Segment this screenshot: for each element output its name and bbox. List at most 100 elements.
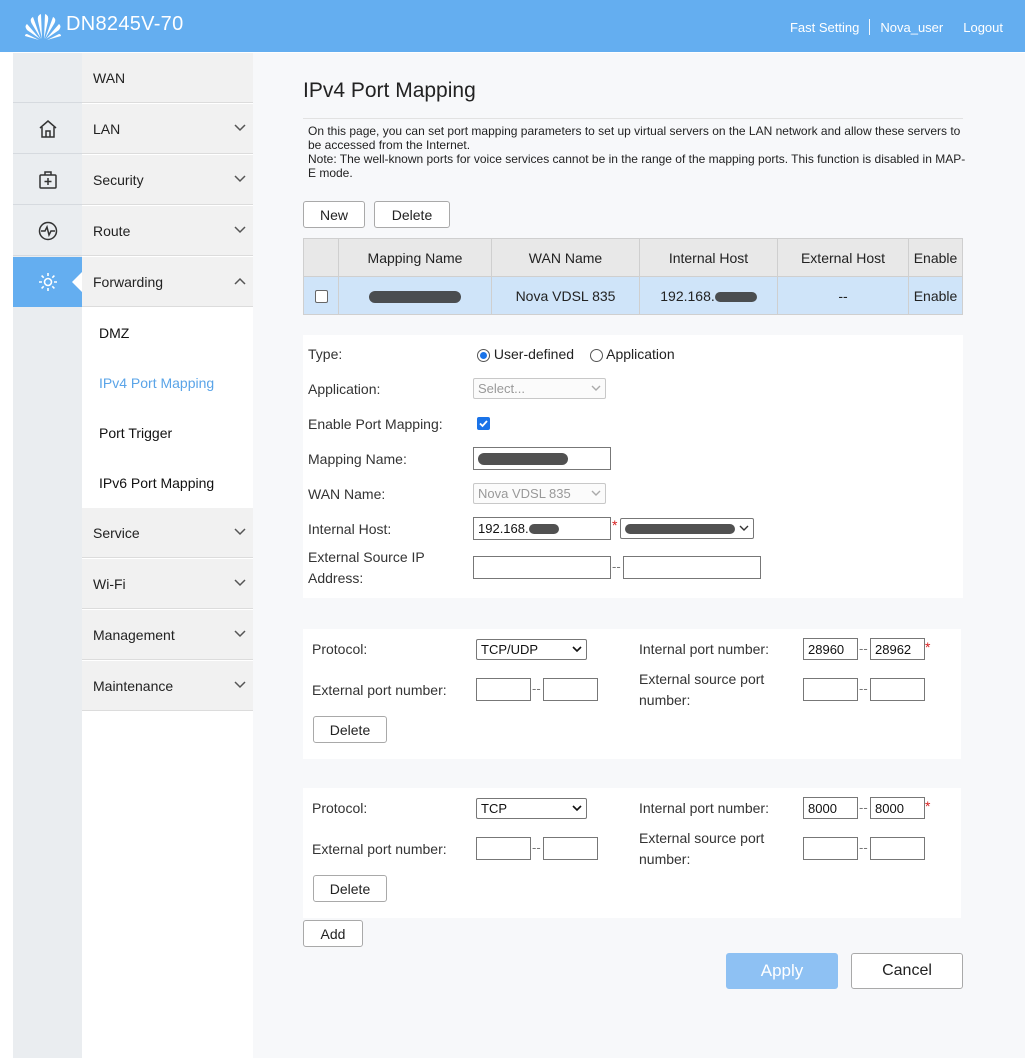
sidebar-icon-route[interactable] bbox=[13, 206, 82, 256]
chevron-down-icon bbox=[591, 385, 601, 391]
external-port-label: External port number: bbox=[312, 682, 447, 698]
user-link[interactable]: Nova_user bbox=[880, 20, 943, 35]
checkbox-checked-icon bbox=[477, 417, 490, 430]
select-value: TCP bbox=[481, 801, 507, 816]
delete-button[interactable]: Delete bbox=[374, 201, 450, 228]
table-row[interactable]: Nova VDSL 835 192.168. -- Enable bbox=[303, 276, 963, 315]
sidebar-icon-forwarding[interactable] bbox=[13, 257, 82, 307]
protocol-select[interactable]: TCP/UDP bbox=[476, 639, 587, 660]
new-button[interactable]: New bbox=[303, 201, 365, 228]
protocol-label: Protocol: bbox=[312, 800, 368, 816]
required-asterisk: * bbox=[612, 517, 618, 533]
chevron-down-icon bbox=[572, 646, 582, 653]
chevron-down-icon bbox=[234, 528, 246, 536]
internal-host-text: 192.168. bbox=[660, 287, 715, 304]
sidebar-item-route[interactable]: Route bbox=[82, 206, 253, 256]
sidebar-item-service[interactable]: Service bbox=[82, 508, 253, 558]
external-source-port-label: number: bbox=[639, 851, 691, 867]
wan-name-cell: Nova VDSL 835 bbox=[491, 276, 640, 315]
chevron-down-icon bbox=[739, 525, 749, 531]
external-port-start-input[interactable] bbox=[476, 837, 531, 860]
sidebar-item-forwarding[interactable]: Forwarding bbox=[82, 257, 253, 307]
sidebar-item-security[interactable]: Security bbox=[82, 155, 253, 205]
mapping-name-input[interactable] bbox=[473, 447, 611, 470]
external-source-ip-end-input[interactable] bbox=[623, 556, 761, 579]
huawei-logo-icon bbox=[25, 14, 61, 40]
type-user-defined-option[interactable]: User-defined bbox=[477, 346, 574, 362]
type-application-option[interactable]: Application bbox=[590, 346, 675, 362]
external-source-ip-label: Address: bbox=[308, 570, 364, 586]
submenu-ipv4-port-mapping[interactable]: IPv4 Port Mapping bbox=[82, 358, 253, 408]
sidebar-icon-wan[interactable] bbox=[13, 53, 82, 103]
radio-button[interactable] bbox=[477, 348, 490, 362]
redacted-text bbox=[369, 290, 461, 303]
internal-host-device-select[interactable] bbox=[620, 518, 754, 539]
enable-port-mapping-checkbox[interactable] bbox=[477, 417, 490, 433]
row-select-cell[interactable] bbox=[303, 276, 339, 315]
gear-icon bbox=[38, 273, 57, 291]
column-header: Internal Host bbox=[639, 238, 778, 277]
sidebar-item-label: Security bbox=[93, 171, 144, 188]
divider bbox=[869, 19, 871, 35]
range-dash: -- bbox=[859, 840, 868, 855]
page-title: IPv4 Port Mapping bbox=[303, 79, 476, 102]
radio-button[interactable] bbox=[590, 348, 603, 362]
select-column-header bbox=[303, 238, 339, 277]
sidebar-item-wan[interactable]: WAN bbox=[82, 53, 253, 103]
fast-setting-link[interactable]: Fast Setting bbox=[790, 20, 859, 35]
redacted-text bbox=[714, 291, 757, 302]
internal-host-input[interactable]: 192.168. bbox=[473, 517, 611, 540]
protocol-select[interactable]: TCP bbox=[476, 798, 587, 819]
redacted-text bbox=[478, 452, 568, 465]
apply-button[interactable]: Apply bbox=[726, 953, 838, 989]
internal-port-end-input[interactable]: 8000 bbox=[870, 797, 925, 819]
external-source-port-end-input[interactable] bbox=[870, 837, 925, 860]
external-source-port-end-input[interactable] bbox=[870, 678, 925, 701]
home-icon bbox=[39, 119, 56, 138]
row-checkbox[interactable] bbox=[314, 290, 328, 304]
required-asterisk: * bbox=[925, 639, 931, 655]
note-text: Note: The well-known ports for voice ser… bbox=[308, 152, 966, 180]
external-port-start-input[interactable] bbox=[476, 678, 531, 701]
external-port-end-input[interactable] bbox=[543, 678, 598, 701]
submenu-dmz[interactable]: DMZ bbox=[82, 308, 253, 358]
internal-port-start-input[interactable]: 8000 bbox=[803, 797, 858, 819]
submenu-ipv6-port-mapping[interactable]: IPv6 Port Mapping bbox=[82, 458, 253, 508]
sidebar-item-management[interactable]: Management bbox=[82, 610, 253, 660]
external-source-port-start-input[interactable] bbox=[803, 837, 858, 860]
enable-cell: Enable bbox=[908, 276, 963, 315]
add-rule-button[interactable]: Add bbox=[303, 920, 363, 947]
external-port-end-input[interactable] bbox=[543, 837, 598, 860]
sidebar-item-label: Management bbox=[93, 626, 175, 643]
external-host-cell: -- bbox=[777, 276, 909, 315]
top-bar: DN8245V-70 Fast Setting Nova_user Logout bbox=[0, 0, 1025, 52]
sidebar-item-wifi[interactable]: Wi-Fi bbox=[82, 559, 253, 609]
logout-link[interactable]: Logout bbox=[963, 20, 1003, 35]
application-select[interactable]: Select... bbox=[473, 378, 606, 399]
wan-name-select[interactable]: Nova VDSL 835 bbox=[473, 483, 606, 504]
internal-port-start-input[interactable]: 28960 bbox=[803, 638, 858, 660]
pulse-icon bbox=[38, 221, 57, 240]
application-label: Application: bbox=[308, 381, 381, 397]
external-source-port-label: External source port bbox=[639, 830, 765, 846]
sidebar-item-maintenance[interactable]: Maintenance bbox=[82, 661, 253, 711]
external-source-ip-start-input[interactable] bbox=[473, 556, 611, 579]
sidebar-item-label: Wi-Fi bbox=[93, 575, 126, 592]
table-header-row: Mapping Name WAN Name Internal Host Exte… bbox=[303, 238, 963, 277]
radio-label: User-defined bbox=[493, 346, 575, 362]
internal-port-label: Internal port number: bbox=[639, 641, 769, 657]
sidebar-item-lan[interactable]: LAN bbox=[82, 104, 253, 154]
delete-rule-button[interactable]: Delete bbox=[313, 875, 387, 902]
sidebar-item-label: LAN bbox=[93, 120, 121, 137]
sidebar-icon-lan[interactable] bbox=[13, 104, 82, 154]
internal-port-end-input[interactable]: 28962 bbox=[870, 638, 925, 660]
external-source-port-start-input[interactable] bbox=[803, 678, 858, 701]
sidebar-icon-security[interactable] bbox=[13, 155, 82, 205]
required-asterisk: * bbox=[925, 798, 931, 814]
external-source-port-label: number: bbox=[639, 692, 691, 708]
cancel-button[interactable]: Cancel bbox=[851, 953, 963, 989]
mapping-name-cell bbox=[338, 276, 492, 315]
delete-rule-button[interactable]: Delete bbox=[313, 716, 387, 743]
submenu-port-trigger[interactable]: Port Trigger bbox=[82, 408, 253, 458]
chevron-down-icon bbox=[234, 579, 246, 587]
